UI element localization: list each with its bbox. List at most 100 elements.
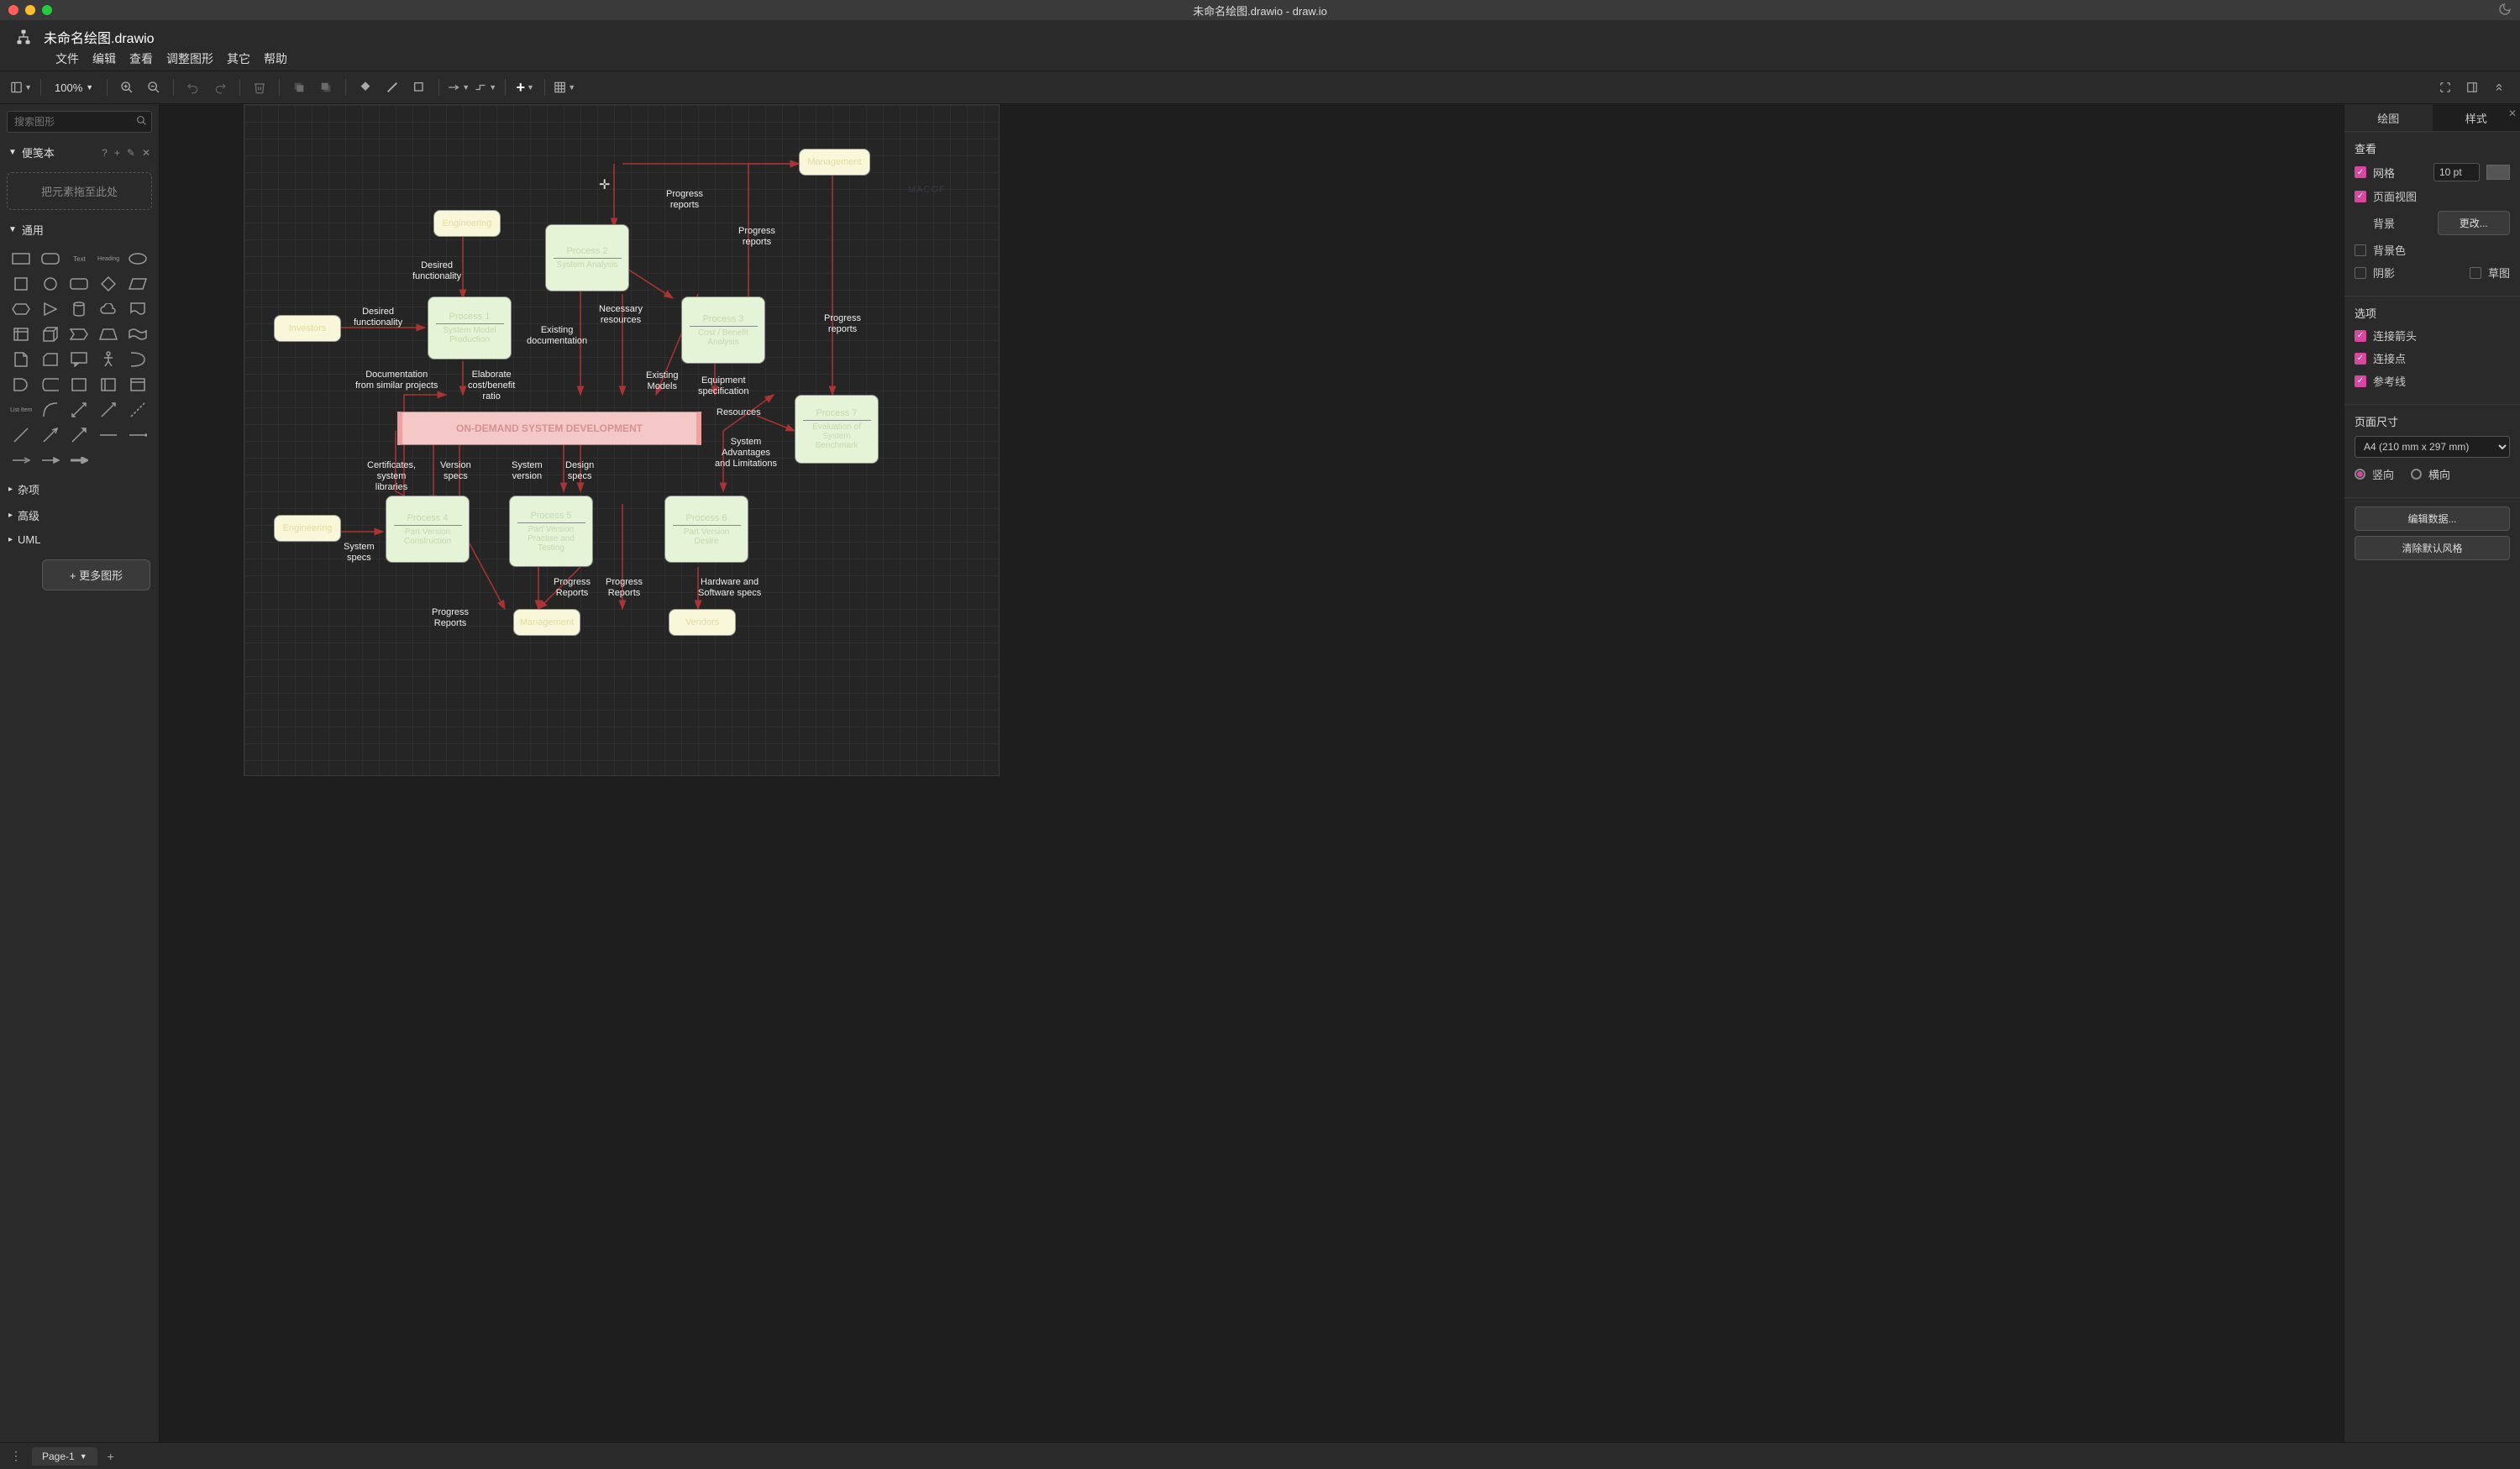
shape-harrow3[interactable] — [66, 449, 92, 471]
uml-header[interactable]: ▸UML — [0, 528, 159, 551]
diagram-page[interactable]: Engineering Investors Management Managem… — [244, 104, 1000, 776]
node-process-3[interactable]: Process 3Cost / Benefit Analysis — [681, 296, 765, 364]
shape-rounded[interactable] — [38, 248, 64, 270]
node-process-5[interactable]: Process 5Part Version Practise and Testi… — [509, 496, 593, 567]
shape-actor[interactable] — [96, 349, 122, 370]
page-size-select[interactable]: A4 (210 mm x 297 mm) — [2355, 436, 2510, 458]
menu-help[interactable]: 帮助 — [264, 50, 287, 67]
scratchpad-header[interactable]: ▼ 便笺本 ? + ✎ ✕ — [0, 139, 159, 165]
shape-data[interactable] — [38, 374, 64, 396]
node-engineering[interactable]: Engineering — [433, 210, 501, 237]
shape-heading[interactable]: Heading — [96, 248, 122, 270]
shape-internal[interactable] — [8, 323, 34, 345]
page-view-checkbox[interactable]: ✓ — [2355, 191, 2366, 202]
shape-cylinder[interactable] — [66, 298, 92, 320]
menu-view[interactable]: 查看 — [129, 50, 153, 67]
shape-list[interactable] — [124, 374, 150, 396]
shape-arrow-both[interactable] — [66, 399, 92, 421]
menu-arrange[interactable]: 调整图形 — [166, 50, 213, 67]
waypoint-icon[interactable]: ▼ — [475, 76, 496, 98]
guides-checkbox[interactable]: ✓ — [2355, 375, 2366, 387]
canvas[interactable]: Engineering Investors Management Managem… — [160, 104, 2344, 1442]
conn-arrows-checkbox[interactable]: ✓ — [2355, 330, 2366, 342]
shape-text[interactable]: Text — [66, 248, 92, 270]
fill-color-icon[interactable] — [354, 76, 376, 98]
shape-diamond[interactable] — [96, 273, 122, 295]
bg-color-checkbox[interactable] — [2355, 244, 2366, 256]
shape-cube[interactable] — [38, 323, 64, 345]
shape-square[interactable] — [8, 273, 34, 295]
shape-parallelogram[interactable] — [124, 273, 150, 295]
shape-cloud[interactable] — [96, 298, 122, 320]
change-background-button[interactable]: 更改... — [2438, 211, 2511, 235]
node-center[interactable]: ON-DEMAND SYSTEM DEVELOPMENT — [397, 412, 701, 445]
portrait-radio[interactable] — [2355, 469, 2365, 480]
landscape-radio[interactable] — [2411, 469, 2422, 480]
shape-card[interactable] — [38, 349, 64, 370]
shape-and[interactable] — [8, 374, 34, 396]
menu-edit[interactable]: 编辑 — [92, 50, 116, 67]
format-panel-icon[interactable] — [2461, 76, 2483, 98]
add-page-icon[interactable]: + — [104, 1446, 118, 1466]
shape-arrow2[interactable] — [38, 424, 64, 446]
edit-icon[interactable]: ✎ — [127, 147, 135, 159]
search-input[interactable] — [7, 111, 152, 133]
advanced-header[interactable]: ▸高级 — [0, 502, 159, 528]
misc-header[interactable]: ▸杂项 — [0, 476, 159, 502]
general-header[interactable]: ▼ 通用 — [0, 217, 159, 243]
undo-icon[interactable] — [182, 76, 204, 98]
shape-hexagon[interactable] — [8, 298, 34, 320]
connection-icon[interactable]: ▼ — [448, 76, 470, 98]
shape-tape[interactable] — [124, 323, 150, 345]
node-management-top[interactable]: Management — [799, 149, 870, 176]
shape-arrow3[interactable] — [66, 424, 92, 446]
file-title[interactable]: 未命名绘图.drawio — [44, 27, 155, 47]
menu-file[interactable]: 文件 — [55, 50, 79, 67]
search-icon[interactable] — [136, 115, 147, 129]
page-tab[interactable]: Page-1 ▼ — [32, 1447, 97, 1466]
shape-line-dash[interactable] — [124, 399, 150, 421]
pages-menu-icon[interactable]: ⋮ — [7, 1445, 25, 1466]
shape-harrow[interactable] — [8, 449, 34, 471]
more-shapes-button[interactable]: + 更多图形 — [42, 559, 150, 590]
delete-icon[interactable] — [249, 76, 270, 98]
to-front-icon[interactable] — [288, 76, 310, 98]
shape-rect[interactable] — [8, 248, 34, 270]
shape-process[interactable] — [66, 273, 92, 295]
shape-curve[interactable] — [38, 399, 64, 421]
edit-data-button[interactable]: 编辑数据... — [2355, 506, 2510, 531]
minimize-window-button[interactable] — [25, 5, 35, 15]
node-investors[interactable]: Investors — [274, 315, 341, 342]
menu-extras[interactable]: 其它 — [227, 50, 250, 67]
shadow-icon[interactable] — [408, 76, 430, 98]
maximize-window-button[interactable] — [42, 5, 52, 15]
node-process-1[interactable]: Process 1System Model Production — [428, 296, 512, 359]
shape-trapezoid[interactable] — [96, 323, 122, 345]
node-process-2[interactable]: Process 2System Analysis — [545, 224, 629, 291]
tab-diagram[interactable]: 绘图 — [2344, 104, 2433, 131]
clear-style-button[interactable]: 清除默认风格 — [2355, 536, 2510, 560]
node-process-4[interactable]: Process 4Part Version Construction — [386, 496, 470, 563]
shape-note[interactable] — [8, 349, 34, 370]
sketch-checkbox[interactable] — [2470, 267, 2481, 279]
shape-callout[interactable] — [66, 349, 92, 370]
zoom-control[interactable]: 100% ▼ — [50, 81, 98, 94]
to-back-icon[interactable] — [315, 76, 337, 98]
scratchpad-dropzone[interactable]: 把元素拖至此处 — [7, 172, 152, 210]
shape-or[interactable] — [124, 349, 150, 370]
node-management-bottom[interactable]: Management — [513, 609, 580, 636]
shape-document[interactable] — [124, 298, 150, 320]
help-icon[interactable]: ? — [102, 147, 108, 159]
close-panel-icon[interactable]: ✕ — [2508, 108, 2517, 119]
redo-icon[interactable] — [209, 76, 231, 98]
grid-color-swatch[interactable] — [2486, 165, 2510, 180]
node-engineering2[interactable]: Engineering — [274, 515, 341, 542]
add-icon[interactable]: + — [114, 147, 120, 159]
node-process-7[interactable]: Process 7Evaluation of System Benchmark — [795, 395, 879, 464]
node-vendors[interactable]: Vendors — [669, 609, 736, 636]
collapse-icon[interactable] — [2488, 76, 2510, 98]
fullscreen-icon[interactable] — [2434, 76, 2456, 98]
shape-line[interactable] — [8, 424, 34, 446]
table-icon[interactable]: ▼ — [554, 76, 575, 98]
close-window-button[interactable] — [8, 5, 18, 15]
